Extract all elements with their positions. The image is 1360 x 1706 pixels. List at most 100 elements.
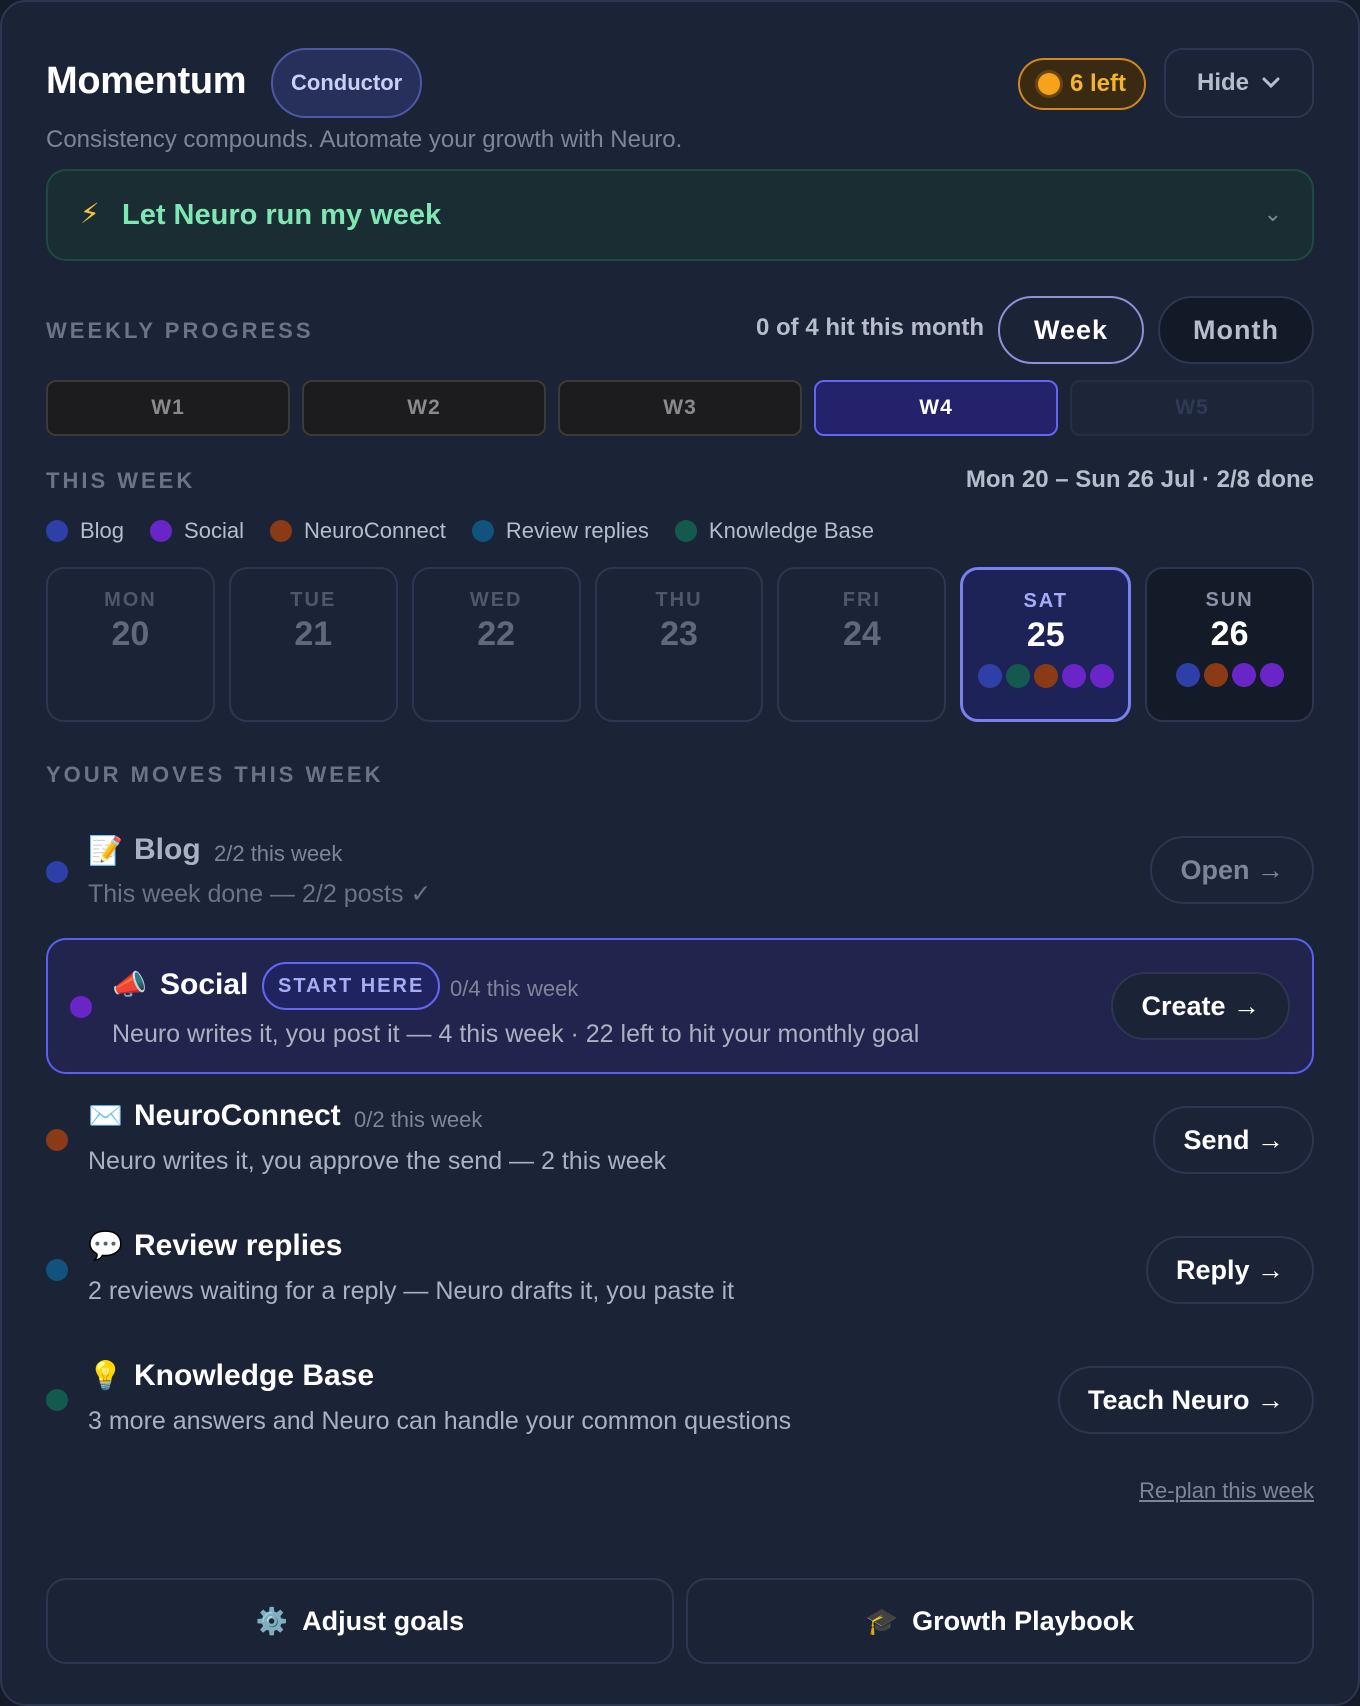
open-button[interactable]: Open → [1150, 836, 1314, 904]
hide-button[interactable]: Hide [1164, 48, 1314, 118]
tab-w1[interactable]: W1 [46, 380, 290, 436]
envelope-icon: ✉️ [88, 1100, 123, 1131]
social-dot [1231, 663, 1256, 687]
legend-item: Review replies [471, 518, 649, 544]
day-number: 24 [842, 615, 881, 653]
plan-badge: Conductor [271, 48, 423, 118]
move-count: 0/4 this week [450, 976, 579, 1001]
teach-neuro-button[interactable]: Teach Neuro → [1057, 1366, 1314, 1434]
move-title: Knowledge Base [134, 1359, 375, 1392]
move-desc: 3 more answers and Neuro can handle your… [88, 1407, 792, 1435]
hide-label: Hide [1196, 69, 1249, 96]
legend-label: Review replies [505, 518, 649, 543]
moves-label: YOUR MOVES THIS WEEK [46, 762, 384, 787]
day-number: 26 [1210, 615, 1249, 653]
legend-item: NeuroConnect [269, 518, 446, 544]
move-social: 📣 Social START HERE 0/4 this week Neuro … [46, 938, 1314, 1074]
move-neuroconnect: ✉️ NeuroConnect 0/2 this week Neuro writ… [46, 1097, 1314, 1217]
social-dot [1259, 663, 1284, 687]
tab-w2[interactable]: W2 [302, 380, 546, 436]
subtitle: Consistency compounds. Automate your gro… [46, 126, 683, 153]
day-number: 20 [111, 615, 150, 653]
day-number: 21 [294, 615, 333, 653]
adjust-goals-button[interactable]: ⚙️ Adjust goals [46, 1578, 674, 1664]
page-title: Momentum [46, 60, 247, 102]
review-dot [46, 1259, 68, 1281]
blog-dot [1175, 663, 1200, 687]
toggle-month[interactable]: Month [1158, 296, 1314, 364]
day-fri[interactable]: FRI 24 [777, 567, 947, 722]
reply-button[interactable]: Reply → [1145, 1236, 1314, 1304]
graduation-cap-icon: 🎓 [865, 1605, 899, 1636]
replan-link[interactable]: Re-plan this week [1139, 1478, 1314, 1504]
move-title: Social [160, 968, 249, 1001]
day-name: FRI [842, 589, 881, 611]
move-title: NeuroConnect [134, 1099, 341, 1132]
day-number: 25 [1026, 616, 1065, 654]
kb-dot [1005, 664, 1030, 688]
momentum-panel: Momentum Conductor 6 left Hide Consisten… [0, 0, 1360, 1706]
kb-dot [46, 1389, 68, 1411]
move-count: 0/2 this week [354, 1107, 483, 1132]
toggle-week[interactable]: Week [998, 296, 1144, 364]
blog-dot [46, 520, 68, 542]
move-title: Blog [134, 833, 201, 866]
day-mon[interactable]: MON 20 [46, 567, 215, 722]
day-tue[interactable]: TUE 21 [228, 567, 398, 722]
send-button[interactable]: Send → [1153, 1106, 1314, 1174]
tab-w5[interactable]: W5 [1070, 380, 1314, 436]
this-week-label: THIS WEEK [46, 468, 196, 493]
start-here-badge: START HERE [262, 962, 441, 1010]
move-review-replies: 💬 Review replies 2 reviews waiting for a… [46, 1227, 1314, 1347]
neuro-run-week-bar[interactable]: ⚡ Let Neuro run my week ⌄ [46, 169, 1314, 261]
move-count: 2/2 this week [214, 841, 343, 866]
social-dot [150, 520, 173, 542]
speech-bubble-icon: 💬 [88, 1230, 123, 1261]
neuroconnect-dot [46, 1129, 68, 1151]
megaphone-icon: 📣 [112, 969, 147, 1000]
day-name: THU [655, 589, 703, 611]
day-name: SUN [1205, 589, 1254, 611]
move-desc: Neuro writes it, you post it — 4 this we… [112, 1020, 920, 1048]
day-sun[interactable]: SUN 26 [1145, 567, 1315, 722]
legend-label: Social [184, 518, 244, 543]
day-number: 22 [477, 615, 516, 653]
week-tabs: W1 W2 W3 W4 W5 [46, 380, 1314, 436]
day-name: TUE [290, 589, 337, 611]
move-knowledge-base: 💡 Knowledge Base 3 more answers and Neur… [46, 1357, 1314, 1477]
day-wed[interactable]: WED 22 [411, 567, 581, 722]
monthly-hit-text: 0 of 4 hit this month [756, 314, 984, 341]
tab-w3[interactable]: W3 [558, 380, 802, 436]
move-blog: 📝 Blog 2/2 this week This week done — 2/… [46, 817, 1314, 937]
tab-w4[interactable]: W4 [814, 380, 1058, 436]
social-dot [1089, 664, 1114, 688]
legend-label: Blog [80, 518, 125, 543]
create-button[interactable]: Create → [1111, 972, 1290, 1040]
day-thu[interactable]: THU 23 [594, 567, 764, 722]
task-dots [963, 664, 1128, 688]
review-dot [471, 520, 494, 542]
chevron-down-icon: ⌄ [1263, 201, 1282, 226]
move-desc: This week done — 2/2 posts ✓ [88, 880, 432, 908]
task-dots [1147, 663, 1312, 687]
day-name: MON [104, 589, 157, 611]
day-name: WED [469, 589, 523, 611]
kb-dot [674, 520, 697, 542]
neuroconnect-dot [1203, 663, 1228, 687]
credits-text: 6 left [1069, 70, 1126, 97]
growth-playbook-label: Growth Playbook [912, 1605, 1135, 1636]
legend: Blog Social NeuroConnect Review replies … [46, 518, 874, 544]
blog-dot [977, 664, 1002, 688]
move-desc: 2 reviews waiting for a reply — Neuro dr… [88, 1277, 735, 1305]
header: Momentum Conductor 6 left Hide [46, 48, 1314, 120]
credits-badge: 6 left [1017, 58, 1146, 110]
day-name: SAT [1023, 590, 1068, 612]
week-range: Mon 20 – Sun 26 Jul · 2/8 done [965, 466, 1314, 493]
blog-dot [46, 861, 68, 883]
lightbulb-icon: 💡 [88, 1360, 123, 1391]
lightning-icon: ⚡ [80, 198, 100, 229]
day-sat[interactable]: SAT 25 [960, 567, 1132, 722]
growth-playbook-button[interactable]: 🎓 Growth Playbook [686, 1578, 1314, 1664]
social-dot [70, 996, 92, 1018]
day-strip: MON 20 TUE 21 WED 22 THU 23 FRI 24 SAT 25 SUN 2… [46, 567, 1315, 722]
